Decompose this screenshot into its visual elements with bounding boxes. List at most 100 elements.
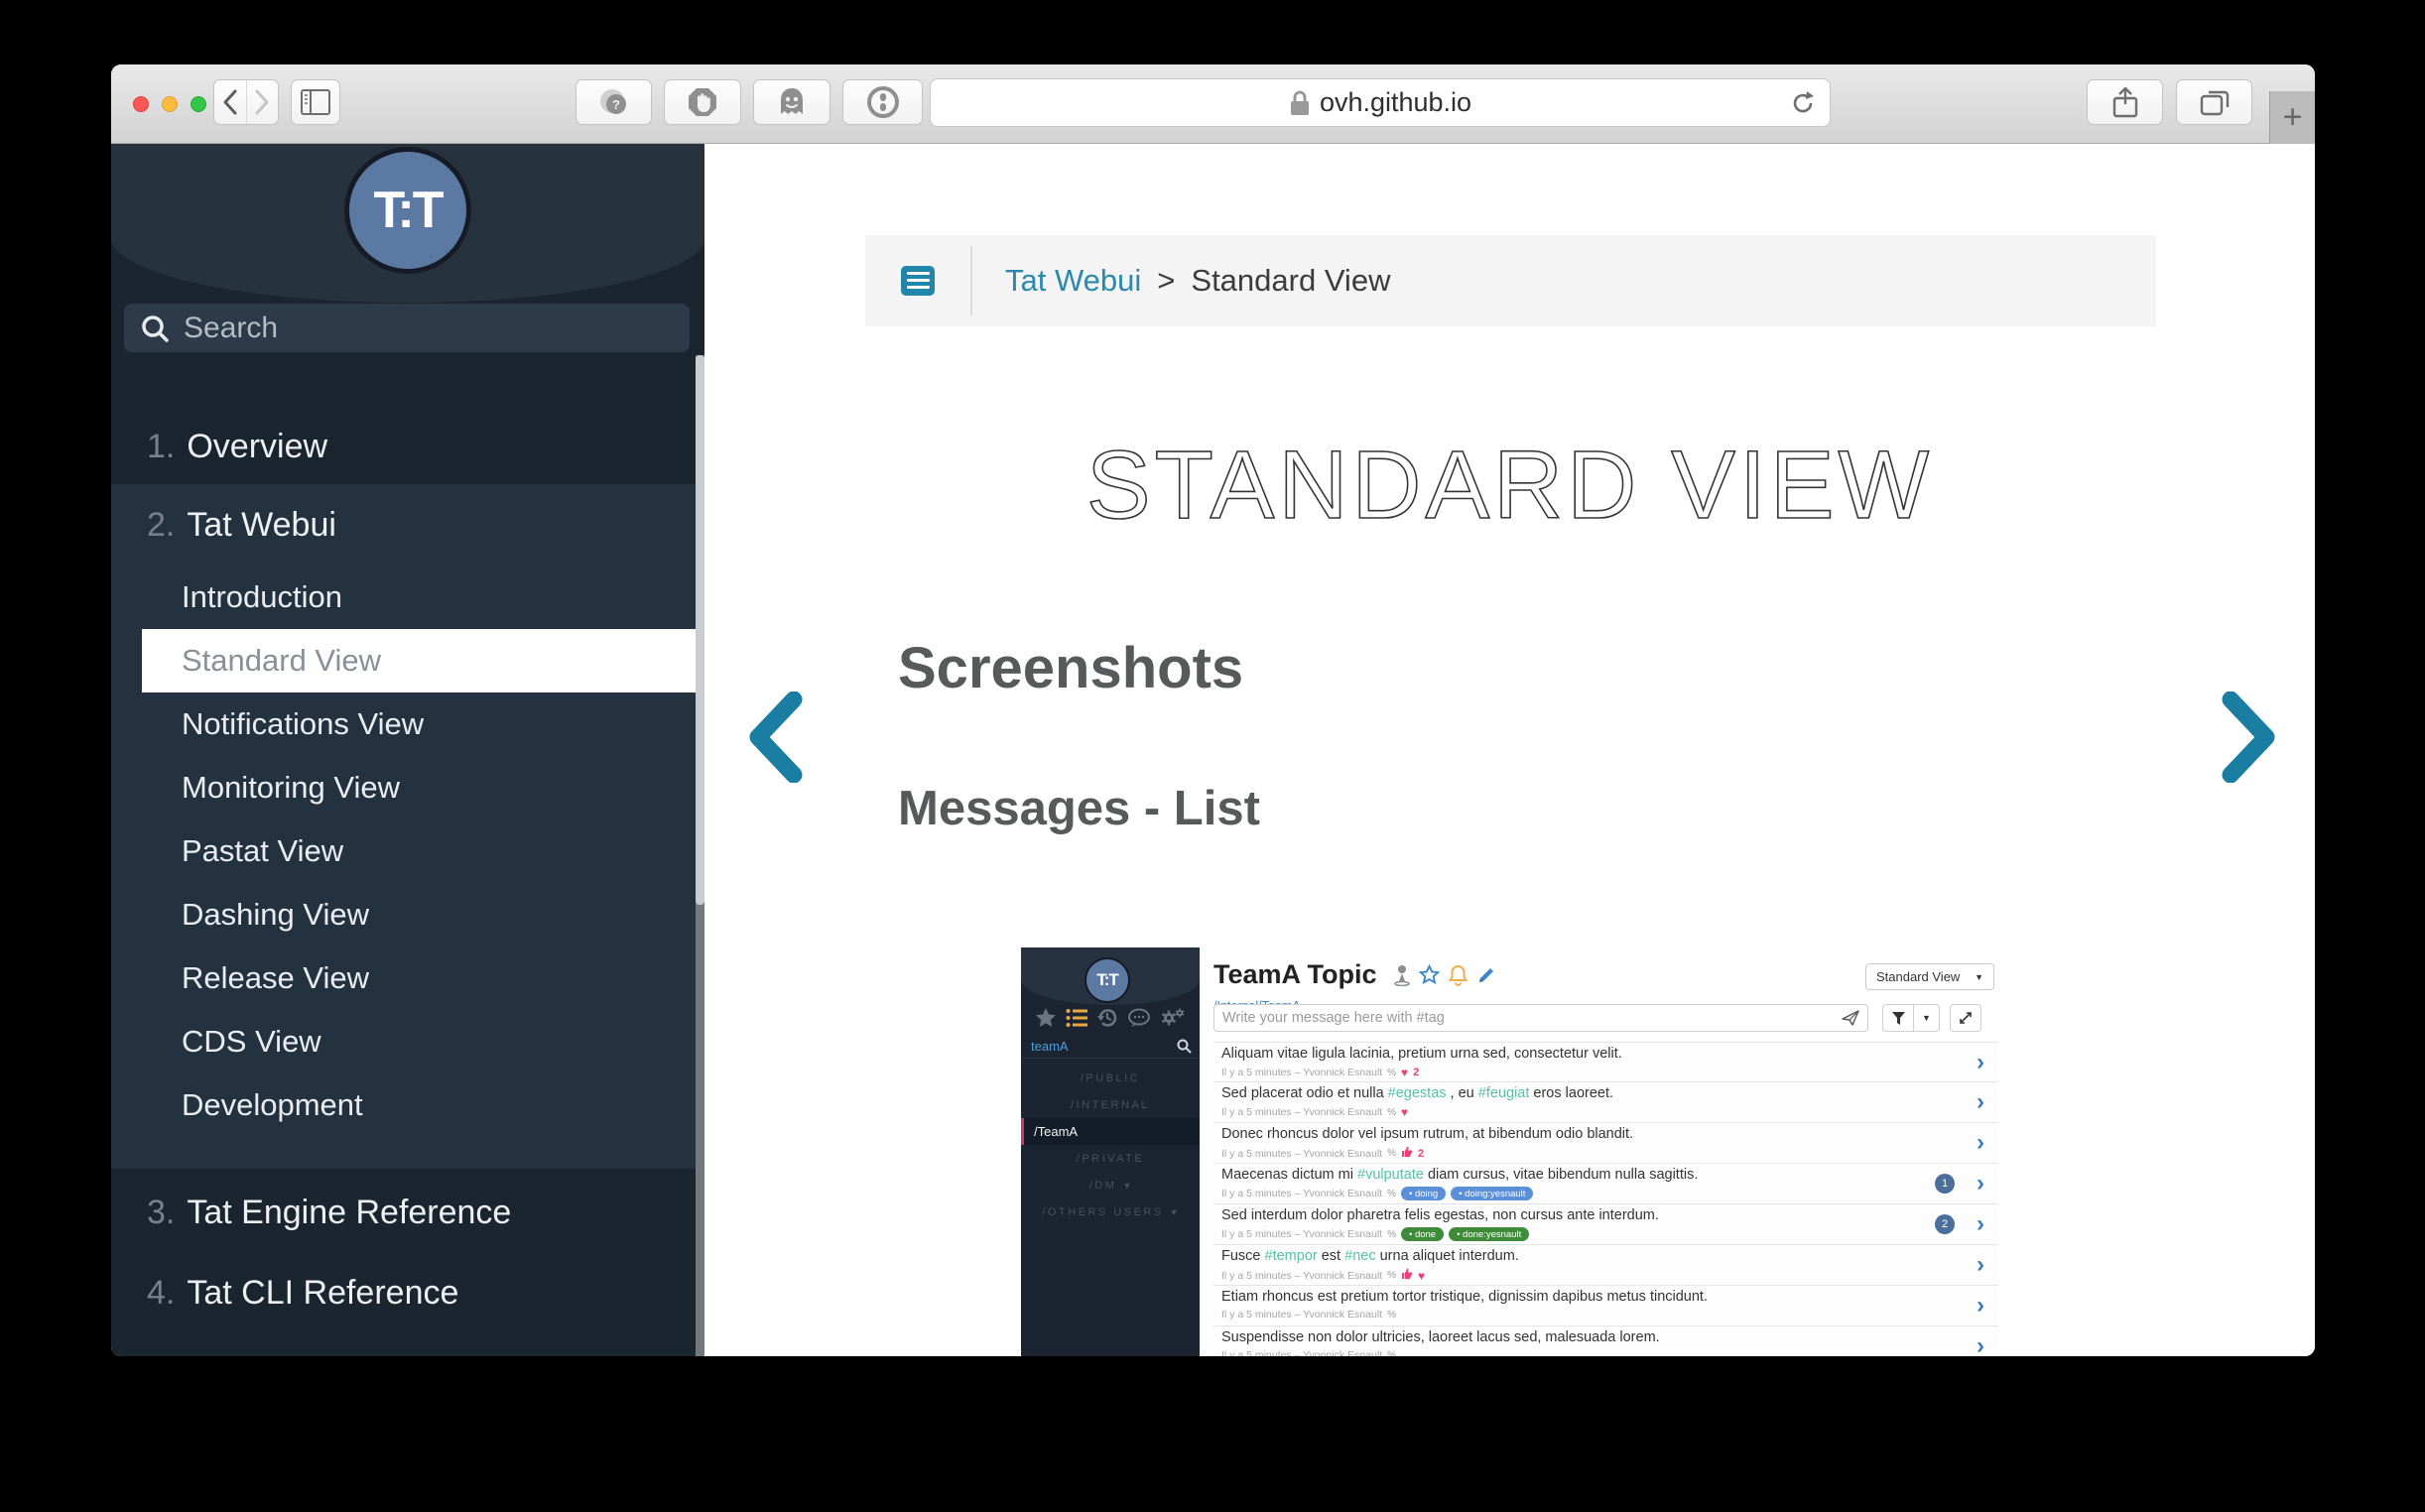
sidebar-item-standard-view[interactable]: Standard View — [142, 629, 704, 693]
app-message-row: Aliquam vitae ligula lacinia, pretium ur… — [1213, 1042, 1998, 1082]
app-message-text: Fusce #tempor est #nec urna aliquet inte… — [1221, 1248, 1519, 1264]
share-button[interactable] — [2087, 79, 2163, 125]
send-icon — [1842, 1010, 1859, 1026]
app-channel-label: /TeamA — [1034, 1124, 1078, 1139]
chevron-right-icon: › — [1977, 1088, 1984, 1116]
app-main: TeamA Topic /Internal/TeamA Standard Vie… — [1200, 947, 1998, 1356]
nav-item-number: 2. — [111, 506, 175, 545]
bell-icon — [1449, 964, 1468, 986]
docs-nav: 1.Overview 2. Tat Webui IntroductionStandar… — [111, 415, 704, 1334]
app-message-meta: Il y a 5 minutes – Yvonnick Esnault%♥ — [1221, 1268, 1425, 1283]
app-channel--teama: /TeamA — [1021, 1118, 1200, 1145]
chevron-down-icon: ▼ — [1975, 972, 1983, 982]
app-message-meta: Il y a 5 minutes – Yvonnick Esnault%♥2 — [1221, 1066, 1419, 1079]
breadcrumb-separator: > — [1157, 263, 1175, 299]
app-message-text-part: eros laoreet. — [1529, 1085, 1613, 1101]
app-message-text: Sed placerat odio et nulla #egestas , eu… — [1221, 1085, 1613, 1101]
extension-adblock-button[interactable] — [664, 79, 741, 125]
page-body: T:T Search 1.Overview 2. Tat Webui Introduc… — [111, 144, 2315, 1356]
nav-item-number: 3. — [111, 1194, 175, 1232]
tab-overview-button[interactable] — [2176, 79, 2252, 125]
extension-1password-button[interactable] — [842, 79, 923, 125]
sidebar-item-release-view[interactable]: Release View — [111, 946, 704, 1010]
sidebar-item-monitoring-view[interactable]: Monitoring View — [111, 756, 704, 819]
app-message-timestamp-author: Il y a 5 minutes – Yvonnick Esnault — [1221, 1270, 1382, 1282]
sidebar-item-introduction[interactable]: Introduction — [111, 566, 704, 629]
address-bar[interactable]: ovh.github.io — [930, 78, 1831, 127]
sidebar-toggle-button[interactable] — [291, 79, 340, 125]
app-topic-title: TeamA Topic — [1213, 959, 1377, 990]
app-message-row: Maecenas dictum mi #vulputate diam cursu… — [1213, 1164, 1998, 1204]
app-search-value: teamA — [1031, 1039, 1177, 1054]
sidebar-item-tat-webui[interactable]: 2. Tat Webui — [111, 484, 704, 566]
reply-count-badge: 1 — [1935, 1174, 1955, 1194]
chevron-right-icon: › — [1977, 1292, 1984, 1320]
breadcrumb-current: Standard View — [1191, 263, 1390, 299]
app-message-text-part: Etiam rhoncus est pretium tortor tristiq… — [1221, 1289, 1708, 1305]
funnel-icon — [1892, 1012, 1905, 1025]
heart-icon: ♥ — [1401, 1105, 1408, 1119]
subsection-heading: Messages - List — [898, 781, 1260, 836]
ghostery-ghost-icon — [777, 86, 807, 118]
app-message-text-part: Sed interdum dolor pharetra felis egesta… — [1221, 1207, 1659, 1223]
app-filter-buttons: ▼ — [1882, 1004, 1940, 1032]
back-button[interactable] — [214, 80, 246, 124]
search-input[interactable]: Search — [124, 304, 690, 352]
extension-help-button[interactable]: ? — [575, 79, 652, 125]
back-icon — [222, 88, 238, 116]
chat-icon — [1127, 1008, 1151, 1028]
app-search-icon — [1177, 1039, 1192, 1054]
minimize-window-button[interactable] — [162, 96, 178, 112]
nav-item-label: Tat Webui — [187, 506, 336, 545]
forward-button[interactable] — [246, 80, 279, 124]
app-message-text: Aliquam vitae ligula lacinia, pretium ur… — [1221, 1046, 1622, 1062]
chevron-right-icon: › — [1977, 1251, 1984, 1279]
extension-ghostery-button[interactable] — [753, 79, 830, 125]
desktop-background: ? ovh.github.io + — [0, 0, 2425, 1512]
sidebar-item-tat-engine-reference[interactable]: 3.Tat Engine Reference — [111, 1175, 704, 1251]
sidebar-item-cds-view[interactable]: CDS View — [111, 1010, 704, 1073]
app-message-row: Suspendisse non dolor ultricies, laoreet… — [1213, 1326, 1998, 1356]
heart-icon: ♥ — [1401, 1066, 1408, 1079]
sidebar-item-pastat-view[interactable]: Pastat View — [111, 819, 704, 883]
app-message-tag: #feugiat — [1478, 1085, 1530, 1101]
app-message-text-part: urna aliquet interdum. — [1376, 1248, 1519, 1264]
zoom-window-button[interactable] — [191, 96, 206, 112]
app-sidebar: T:T teamA /PUBLIC/I — [1021, 947, 1200, 1356]
app-message-row: Fusce #tempor est #nec urna aliquet inte… — [1213, 1245, 1998, 1286]
breadcrumb-link[interactable]: Tat Webui — [1005, 263, 1141, 299]
sidebar-item-tat-cli-reference[interactable]: 4.Tat CLI Reference — [111, 1251, 704, 1334]
app-tat-logo: T:T — [1085, 957, 1130, 1003]
app-message-timestamp-author: Il y a 5 minutes – Yvonnick Esnault — [1221, 1148, 1382, 1160]
heart-icon: ♥ — [1418, 1269, 1425, 1283]
pencil-icon — [1476, 965, 1496, 985]
app-message-timestamp-author: Il y a 5 minutes – Yvonnick Esnault — [1221, 1309, 1382, 1321]
new-tab-button[interactable]: + — [2269, 91, 2315, 144]
history-icon — [1096, 1007, 1118, 1029]
next-page-arrow[interactable] — [2221, 692, 2278, 788]
app-message-text: Etiam rhoncus est pretium tortor tristiq… — [1221, 1289, 1708, 1305]
app-message-timestamp-author: Il y a 5 minutes – Yvonnick Esnault — [1221, 1228, 1382, 1240]
app-message-input: Write your message here with #tag — [1213, 1004, 1868, 1032]
app-message-text: Suspendisse non dolor ultricies, laoreet… — [1221, 1329, 1660, 1345]
app-message-row: Sed placerat odio et nulla #egestas , eu… — [1213, 1082, 1998, 1123]
app-message-text-part: Aliquam vitae ligula lacinia, pretium ur… — [1221, 1046, 1622, 1062]
person-icon — [1394, 964, 1410, 986]
close-window-button[interactable] — [133, 96, 149, 112]
app-view-selector-value: Standard View — [1876, 969, 1960, 984]
search-icon — [140, 314, 170, 343]
app-message-text: Maecenas dictum mi #vulputate diam cursu… — [1221, 1167, 1698, 1183]
prev-page-arrow[interactable] — [746, 692, 804, 788]
nav-item-label: Tat CLI Reference — [187, 1274, 458, 1313]
sidebar-scrollbar-handle[interactable] — [696, 355, 704, 905]
sidebar-item-overview[interactable]: 1.Overview — [111, 415, 704, 478]
sidebar-item-development[interactable]: Development — [111, 1073, 704, 1137]
sidebar-item-notifications-view[interactable]: Notifications View — [111, 693, 704, 756]
svg-text:?: ? — [612, 97, 620, 112]
refresh-icon[interactable] — [1790, 89, 1816, 117]
toc-icon[interactable] — [901, 266, 935, 296]
app-channel-label: /DM — [1089, 1180, 1117, 1192]
app-message-text-part: Fusce — [1221, 1248, 1265, 1264]
adblock-hand-icon — [687, 86, 718, 118]
sidebar-item-dashing-view[interactable]: Dashing View — [111, 883, 704, 946]
